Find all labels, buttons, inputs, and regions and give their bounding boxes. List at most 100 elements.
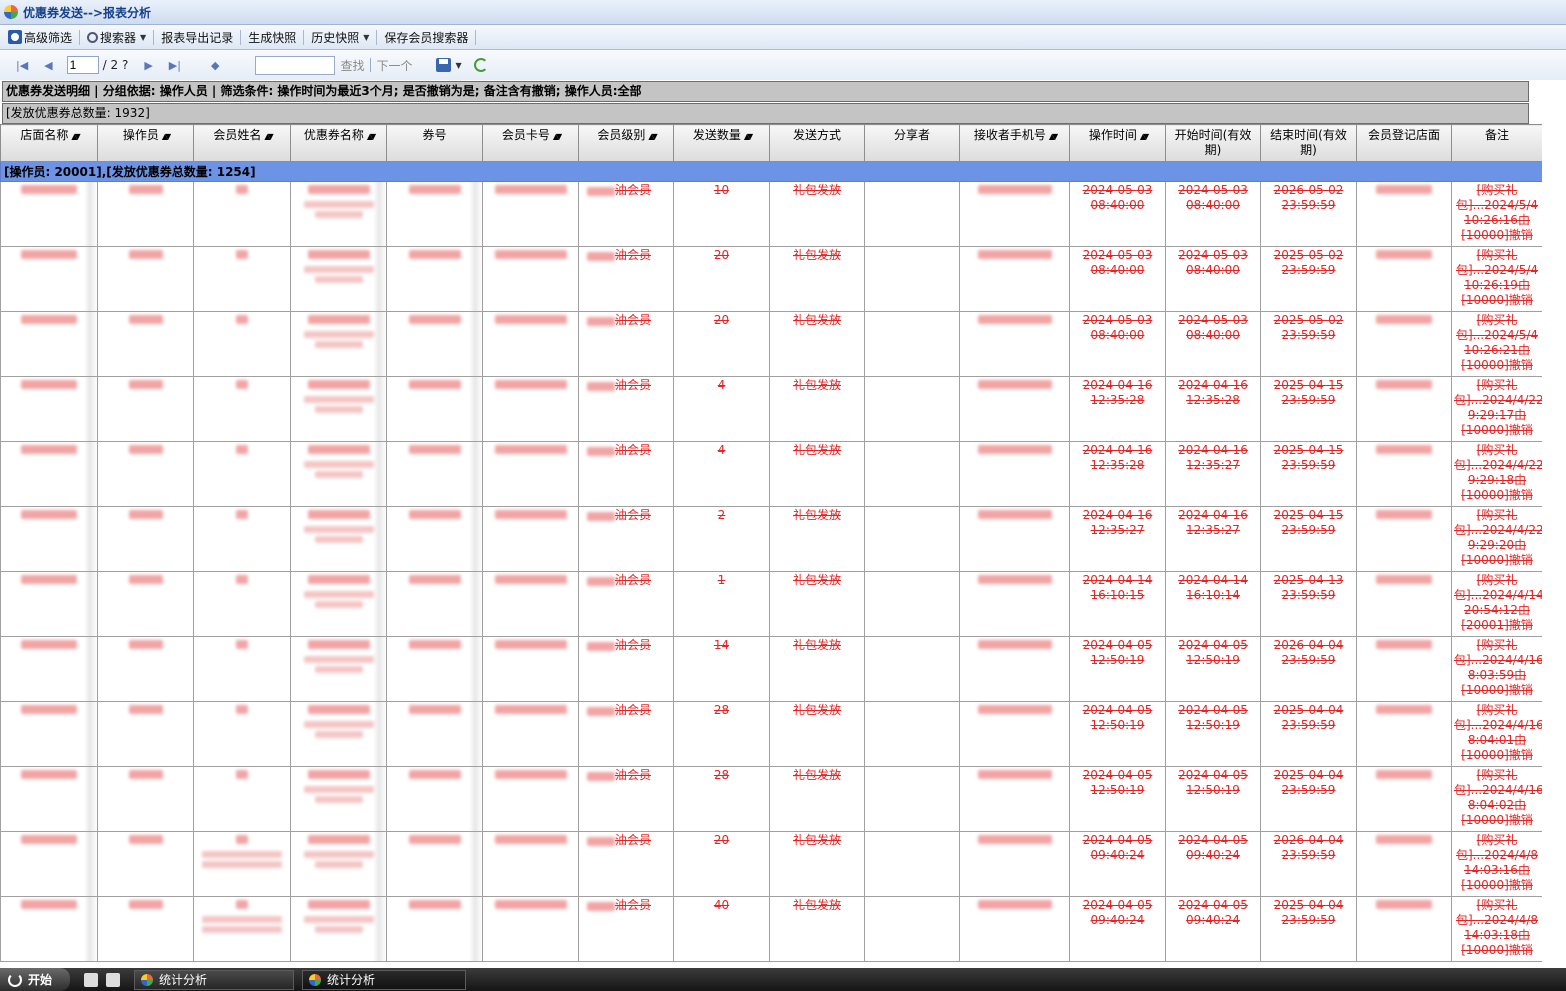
redacted-value [494,640,567,649]
redacted-value [1376,185,1432,194]
export-records-button[interactable]: 报表导出记录 [155,27,239,48]
cell-op-time: 2024-04-16 12:35:28 [1069,441,1166,507]
table-row[interactable]: 油会员 20 礼包发放 2024-04-05 09:40:24 2024-04-05 0… [0,831,1542,897]
taskbar-item-active[interactable]: 统计分析 [302,969,466,990]
table-row[interactable]: 油会员 2 礼包发放 2024-04-16 12:35:27 2024-04-16 12… [0,506,1542,572]
redacted-value [236,900,248,909]
advanced-filter-button[interactable]: 高级筛选 [2,27,78,48]
column-header[interactable]: 店面名称 ▲▼ [0,124,98,162]
redacted-value [408,380,461,389]
redacted-value [303,721,374,728]
column-header[interactable]: 接收者手机号 ▲▼ [959,124,1070,162]
cell-op-time: 2024-05-03 08:40:00 [1069,181,1166,247]
cell-start: 2024-04-05 12:50:19 [1165,766,1261,832]
redacted-value [408,575,461,584]
column-header[interactable]: 发送数量 ▲▼ [673,124,770,162]
cell-qty: 20 [673,246,770,312]
first-page-icon[interactable]: |◀ [16,59,28,72]
redacted-cell [864,636,960,702]
caret-down-icon[interactable]: ▼ [455,61,461,70]
cell-method: 礼包发放 [769,506,865,572]
redacted-cell [1356,376,1452,442]
redacted-value [128,185,163,194]
searcher-button[interactable]: 搜索器 ▼ [81,27,152,48]
column-header[interactable]: 会员姓名 ▲▼ [193,124,291,162]
redacted-value [236,640,248,649]
table-row[interactable]: 油会员 1 礼包发放 2024-04-14 16:10:15 2024-04-14 16… [0,571,1542,637]
column-header[interactable]: 操作时间 ▲▼ [1069,124,1166,162]
table-row[interactable]: 油会员 28 礼包发放 2024-04-05 12:50:19 2024-04-05 1… [0,701,1542,767]
start-button[interactable]: 开始 [0,968,70,991]
redacted-value [1376,835,1432,844]
redacted-cell [1356,831,1452,897]
redacted-value [314,341,363,348]
redacted-value [128,640,163,649]
column-header[interactable]: 优惠券名称 ▲▼ [290,124,387,162]
refresh-icon[interactable] [473,58,488,72]
redacted-cell [864,831,960,897]
redacted-cell [97,831,194,897]
cell-method: 礼包发放 [769,311,865,377]
group-header: [操作员: 20001],[发放优惠券总数量: 1254] [0,161,1542,182]
redacted-cell [864,766,960,832]
redacted-cell [290,571,387,637]
cell-qty: 10 [673,181,770,247]
column-header[interactable]: 会员级别 ▲▼ [578,124,674,162]
redacted-value [236,185,248,194]
redacted-value [307,900,370,909]
redacted-value [303,851,374,858]
last-page-icon[interactable]: ▶| [169,59,181,72]
table-row[interactable]: 油会员 40 礼包发放 2024-04-05 09:40:24 2024-04-05 0… [0,896,1542,962]
column-header[interactable]: 结束时间(有效期) [1260,124,1357,162]
taskbar-item[interactable]: 统计分析 [134,969,294,990]
table-row[interactable]: 油会员 28 礼包发放 2024-04-05 12:50:19 2024-04-05 1… [0,766,1542,832]
cell-level: 油会员 [578,831,674,897]
back-icon[interactable]: ◆ [211,59,219,72]
redacted-cell [864,896,960,962]
create-snapshot-button[interactable]: 生成快照 [242,27,302,48]
find-button[interactable]: 查找 [340,57,364,74]
page-number-input[interactable] [66,56,99,74]
column-header[interactable]: 备注 [1451,124,1542,162]
table-row[interactable]: 油会员 4 礼包发放 2024-04-16 12:35:28 2024-04-16 12… [0,441,1542,507]
show-desktop-icon[interactable] [106,972,120,987]
redacted-value [303,786,374,793]
table-row[interactable]: 油会员 20 礼包发放 2024-05-03 08:40:00 2024-05-03 0… [0,311,1542,377]
history-snapshot-button[interactable]: 历史快照 ▼ [305,27,375,48]
column-header[interactable]: 操作员 ▲▼ [97,124,194,162]
filter-icon [8,30,22,44]
redacted-value [494,705,567,714]
redacted-cell [0,311,98,377]
find-next-button[interactable]: 下一个 [376,57,412,74]
prev-page-icon[interactable]: ◀ [44,59,52,72]
header-row: 店面名称 ▲▼ 操作员 ▲▼ 会员姓名 ▲▼ 优惠券名称 ▲▼ 券号 会员卡号 ▲▼ 会员级别 ▲▼ 发送… [0,124,1542,162]
redacted-cell [290,376,387,442]
table-row[interactable]: 油会员 14 礼包发放 2024-04-05 12:50:19 2024-04-05 1… [0,636,1542,702]
save-export-icon[interactable] [436,58,452,72]
redacted-cell [0,571,98,637]
column-header[interactable]: 开始时间(有效期) [1165,124,1261,162]
redacted-value [314,796,363,803]
save-member-searcher-button[interactable]: 保存会员搜索器 [378,27,474,48]
redacted-value [587,902,615,911]
column-header[interactable]: 会员卡号 ▲▼ [482,124,579,162]
redacted-cell [193,246,291,312]
column-header[interactable]: 会员登记店面 [1356,124,1452,162]
quicklaunch-icon[interactable] [84,972,98,987]
cell-op-time: 2024-04-05 12:50:19 [1069,701,1166,767]
cell-qty: 4 [673,441,770,507]
cell-method: 礼包发放 [769,376,865,442]
find-input[interactable] [255,55,336,75]
column-header[interactable]: 券号 [386,124,483,162]
column-header[interactable]: 分享者 [864,124,960,162]
redacted-cell [97,636,194,702]
table-row[interactable]: 油会员 20 礼包发放 2024-05-03 08:40:00 2024-05-03 0… [0,246,1542,312]
redacted-cell [1356,246,1452,312]
redacted-cell [959,571,1070,637]
next-page-icon[interactable]: ▶ [144,59,152,72]
table-row[interactable]: 油会员 4 礼包发放 2024-04-16 12:35:28 2024-04-16 12… [0,376,1542,442]
column-header[interactable]: 发送方式 [769,124,865,162]
redacted-value [314,471,363,478]
redacted-value [977,380,1052,389]
table-row[interactable]: 油会员 10 礼包发放 2024-05-03 08:40:00 2024-05-03 0… [0,181,1542,247]
